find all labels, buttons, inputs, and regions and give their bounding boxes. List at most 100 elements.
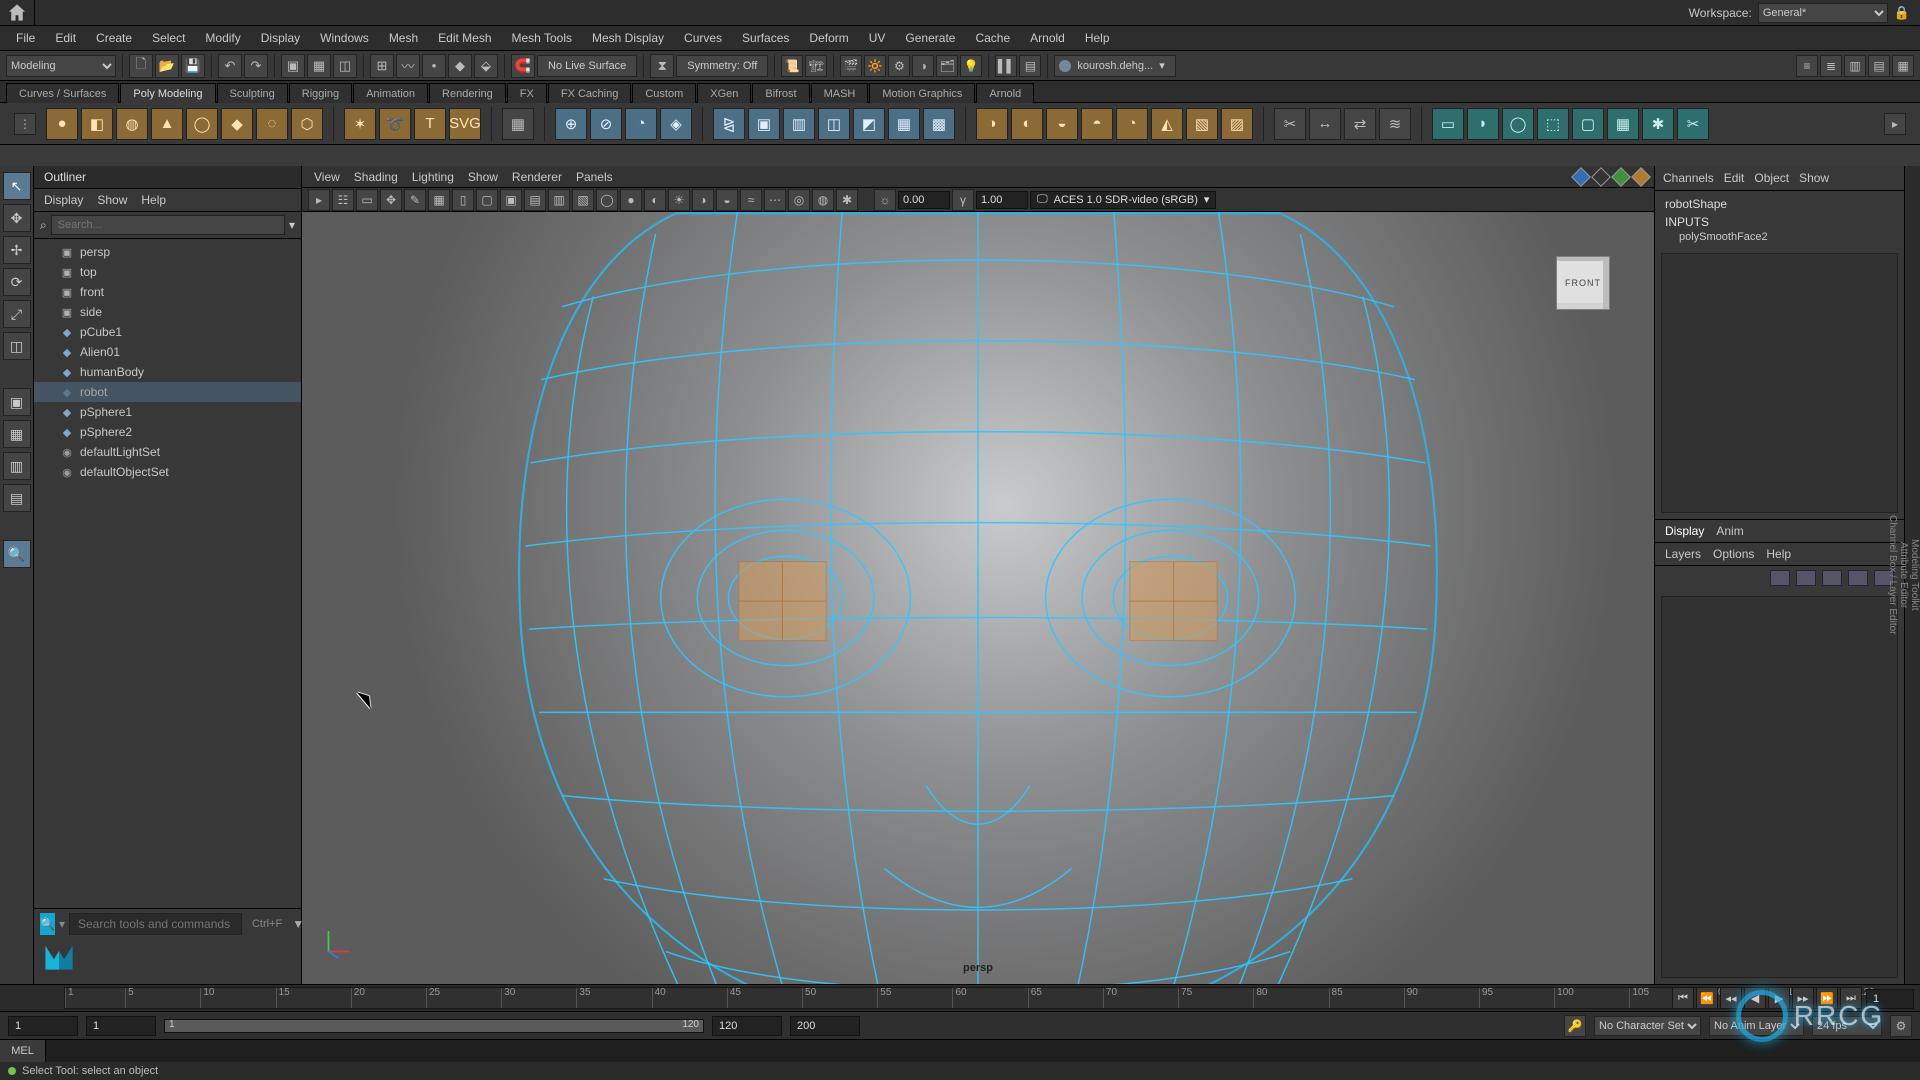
hypershade-icon[interactable]: ◑	[912, 55, 934, 77]
triangulate-icon[interactable]: ◭	[1151, 108, 1183, 140]
view-restore-icon[interactable]	[1571, 167, 1591, 187]
vt-safe-title-icon[interactable]: ▧	[572, 189, 594, 211]
menu-cache[interactable]: Cache	[965, 26, 1020, 50]
outliner-item-defaultlightset[interactable]: ◉defaultLightSet	[34, 442, 301, 462]
vt-textured-icon[interactable]: ◐	[644, 189, 666, 211]
bridge-icon[interactable]: ▥	[783, 108, 815, 140]
quick-search-icon[interactable]: 🔍	[40, 913, 55, 935]
smooth-icon[interactable]: ◔	[625, 108, 657, 140]
remesh-icon[interactable]: ◓	[1081, 108, 1113, 140]
quick-search-input[interactable]	[69, 913, 242, 935]
snap-plane-icon[interactable]: ◆	[448, 54, 472, 78]
menu-mesh[interactable]: Mesh	[379, 26, 428, 50]
vt-smooth-shade-icon[interactable]: ●	[620, 189, 642, 211]
select-mode-component-icon[interactable]: ◫	[333, 54, 357, 78]
current-frame-field[interactable]	[1866, 989, 1914, 1009]
menu-select[interactable]: Select	[142, 26, 195, 50]
separate-icon[interactable]: ⊘	[590, 108, 622, 140]
command-input[interactable]	[46, 1040, 1920, 1062]
quick-search-chevron-icon[interactable]: ▾	[59, 917, 65, 931]
viewcube[interactable]: FRONT	[1556, 256, 1610, 310]
view-close-icon[interactable]	[1631, 167, 1651, 187]
target-weld-icon[interactable]: ↔	[1309, 108, 1341, 140]
vt-exposure-value[interactable]	[898, 191, 950, 209]
vt-resolution-gate-icon[interactable]: ▢	[476, 189, 498, 211]
vt-ao-icon[interactable]: ◒	[716, 189, 738, 211]
vt-grid-icon[interactable]: ▦	[428, 189, 450, 211]
poly-platonic-icon[interactable]: ⬡	[291, 108, 323, 140]
sidebar-toggle-5-icon[interactable]: ▦	[1892, 55, 1914, 77]
tab-rigging[interactable]: Rigging	[289, 83, 352, 103]
live-surface-label[interactable]: No Live Surface	[537, 55, 637, 77]
snap-curve-icon[interactable]: 〰	[396, 54, 420, 78]
menu-deform[interactable]: Deform	[799, 26, 858, 50]
sidebar-toggle-4-icon[interactable]: ▤	[1868, 55, 1890, 77]
boolean-diff-icon[interactable]: ◐	[1011, 108, 1043, 140]
prefs-icon[interactable]: ⚙	[1890, 1015, 1912, 1037]
poly-torus-icon[interactable]: ◯	[186, 108, 218, 140]
symmetry-label[interactable]: Symmetry: Off	[676, 55, 768, 77]
snap-point-icon[interactable]: •	[422, 54, 446, 78]
sidebar-toggle-2-icon[interactable]: ≣	[1820, 55, 1842, 77]
outliner-item-front[interactable]: ▣front	[34, 282, 301, 302]
find-tool-icon[interactable]: 🔍	[3, 540, 31, 568]
connect-icon[interactable]: ⇄	[1344, 108, 1376, 140]
range-track[interactable]: 1 120	[164, 1019, 704, 1033]
poly-svg-icon[interactable]: SVG	[449, 108, 481, 140]
outliner-search-chevron-icon[interactable]: ▾	[289, 218, 295, 232]
light-editor-icon[interactable]: 💡	[960, 55, 982, 77]
tab-xgen[interactable]: XGen	[697, 83, 751, 103]
tab-rendering[interactable]: Rendering	[429, 83, 506, 103]
poly-helix-icon[interactable]: ➰	[379, 108, 411, 140]
retopo-icon[interactable]: ◔	[1116, 108, 1148, 140]
new-scene-icon[interactable]: 🗋	[129, 54, 153, 78]
outliner-item-top[interactable]: ▣top	[34, 262, 301, 282]
outliner-menu-display[interactable]: Display	[44, 193, 83, 207]
menu-help[interactable]: Help	[1075, 26, 1120, 50]
menu-windows[interactable]: Windows	[310, 26, 379, 50]
render-setup-icon[interactable]: 🗂	[936, 55, 958, 77]
render-settings-icon[interactable]: ⚙	[888, 55, 910, 77]
outliner-item-pcube1[interactable]: ◆pCube1	[34, 322, 301, 342]
menu-file[interactable]: File	[6, 26, 45, 50]
menu-arnold[interactable]: Arnold	[1020, 26, 1075, 50]
select-mode-object-icon[interactable]: ▦	[307, 54, 331, 78]
uv-planar-icon[interactable]: ▭	[1432, 108, 1464, 140]
poly-plane-icon[interactable]: ◆	[221, 108, 253, 140]
play-back-icon[interactable]: ◀	[1744, 987, 1766, 1009]
anim-start-field[interactable]	[8, 1016, 78, 1036]
magnet-icon[interactable]: 🧲	[511, 54, 535, 78]
menu-surfaces[interactable]: Surfaces	[732, 26, 799, 50]
layer-move-up-icon[interactable]	[1770, 570, 1790, 586]
select-tool-icon[interactable]: ↖	[3, 172, 31, 200]
combine-icon[interactable]: ⊕	[555, 108, 587, 140]
poly-type-icon[interactable]: T	[414, 108, 446, 140]
uv-auto-icon[interactable]: ⬚	[1537, 108, 1569, 140]
menu-uv[interactable]: UV	[859, 26, 896, 50]
tab-arnold[interactable]: Arnold	[976, 83, 1034, 103]
playback-end-field[interactable]	[712, 1016, 782, 1036]
move-tool-icon[interactable]: ✢	[3, 236, 31, 264]
multicut-icon[interactable]: ✂	[1274, 108, 1306, 140]
node-name[interactable]: robotShape	[1665, 195, 1894, 213]
vt-shadows-icon[interactable]: ◑	[692, 189, 714, 211]
view-menu-view[interactable]: View	[314, 170, 340, 184]
step-back-key-icon[interactable]: ⏪	[1696, 987, 1718, 1009]
menu-create[interactable]: Create	[86, 26, 142, 50]
tab-bifrost[interactable]: Bifrost	[752, 83, 809, 103]
uv-camera-icon[interactable]: ▢	[1572, 108, 1604, 140]
menu-generate[interactable]: Generate	[895, 26, 965, 50]
symmetry-icon[interactable]: ⧗	[650, 54, 674, 78]
save-scene-icon[interactable]: 💾	[181, 54, 205, 78]
history-icon[interactable]: 📜	[781, 55, 803, 77]
fill-hole-icon[interactable]: ◩	[853, 108, 885, 140]
vt-use-lights-icon[interactable]: ☀	[668, 189, 690, 211]
open-scene-icon[interactable]: 📂	[155, 54, 179, 78]
mirror-icon[interactable]: ⧎	[713, 108, 745, 140]
sidebar-toggle-1-icon[interactable]: ≡	[1796, 55, 1818, 77]
outliner-persp-icon[interactable]: ▥	[3, 452, 31, 480]
view-menu-show[interactable]: Show	[468, 170, 498, 184]
outliner-item-humanbody[interactable]: ◆humanBody	[34, 362, 301, 382]
append-icon[interactable]: ▦	[888, 108, 920, 140]
vt-field-chart-icon[interactable]: ▤	[524, 189, 546, 211]
